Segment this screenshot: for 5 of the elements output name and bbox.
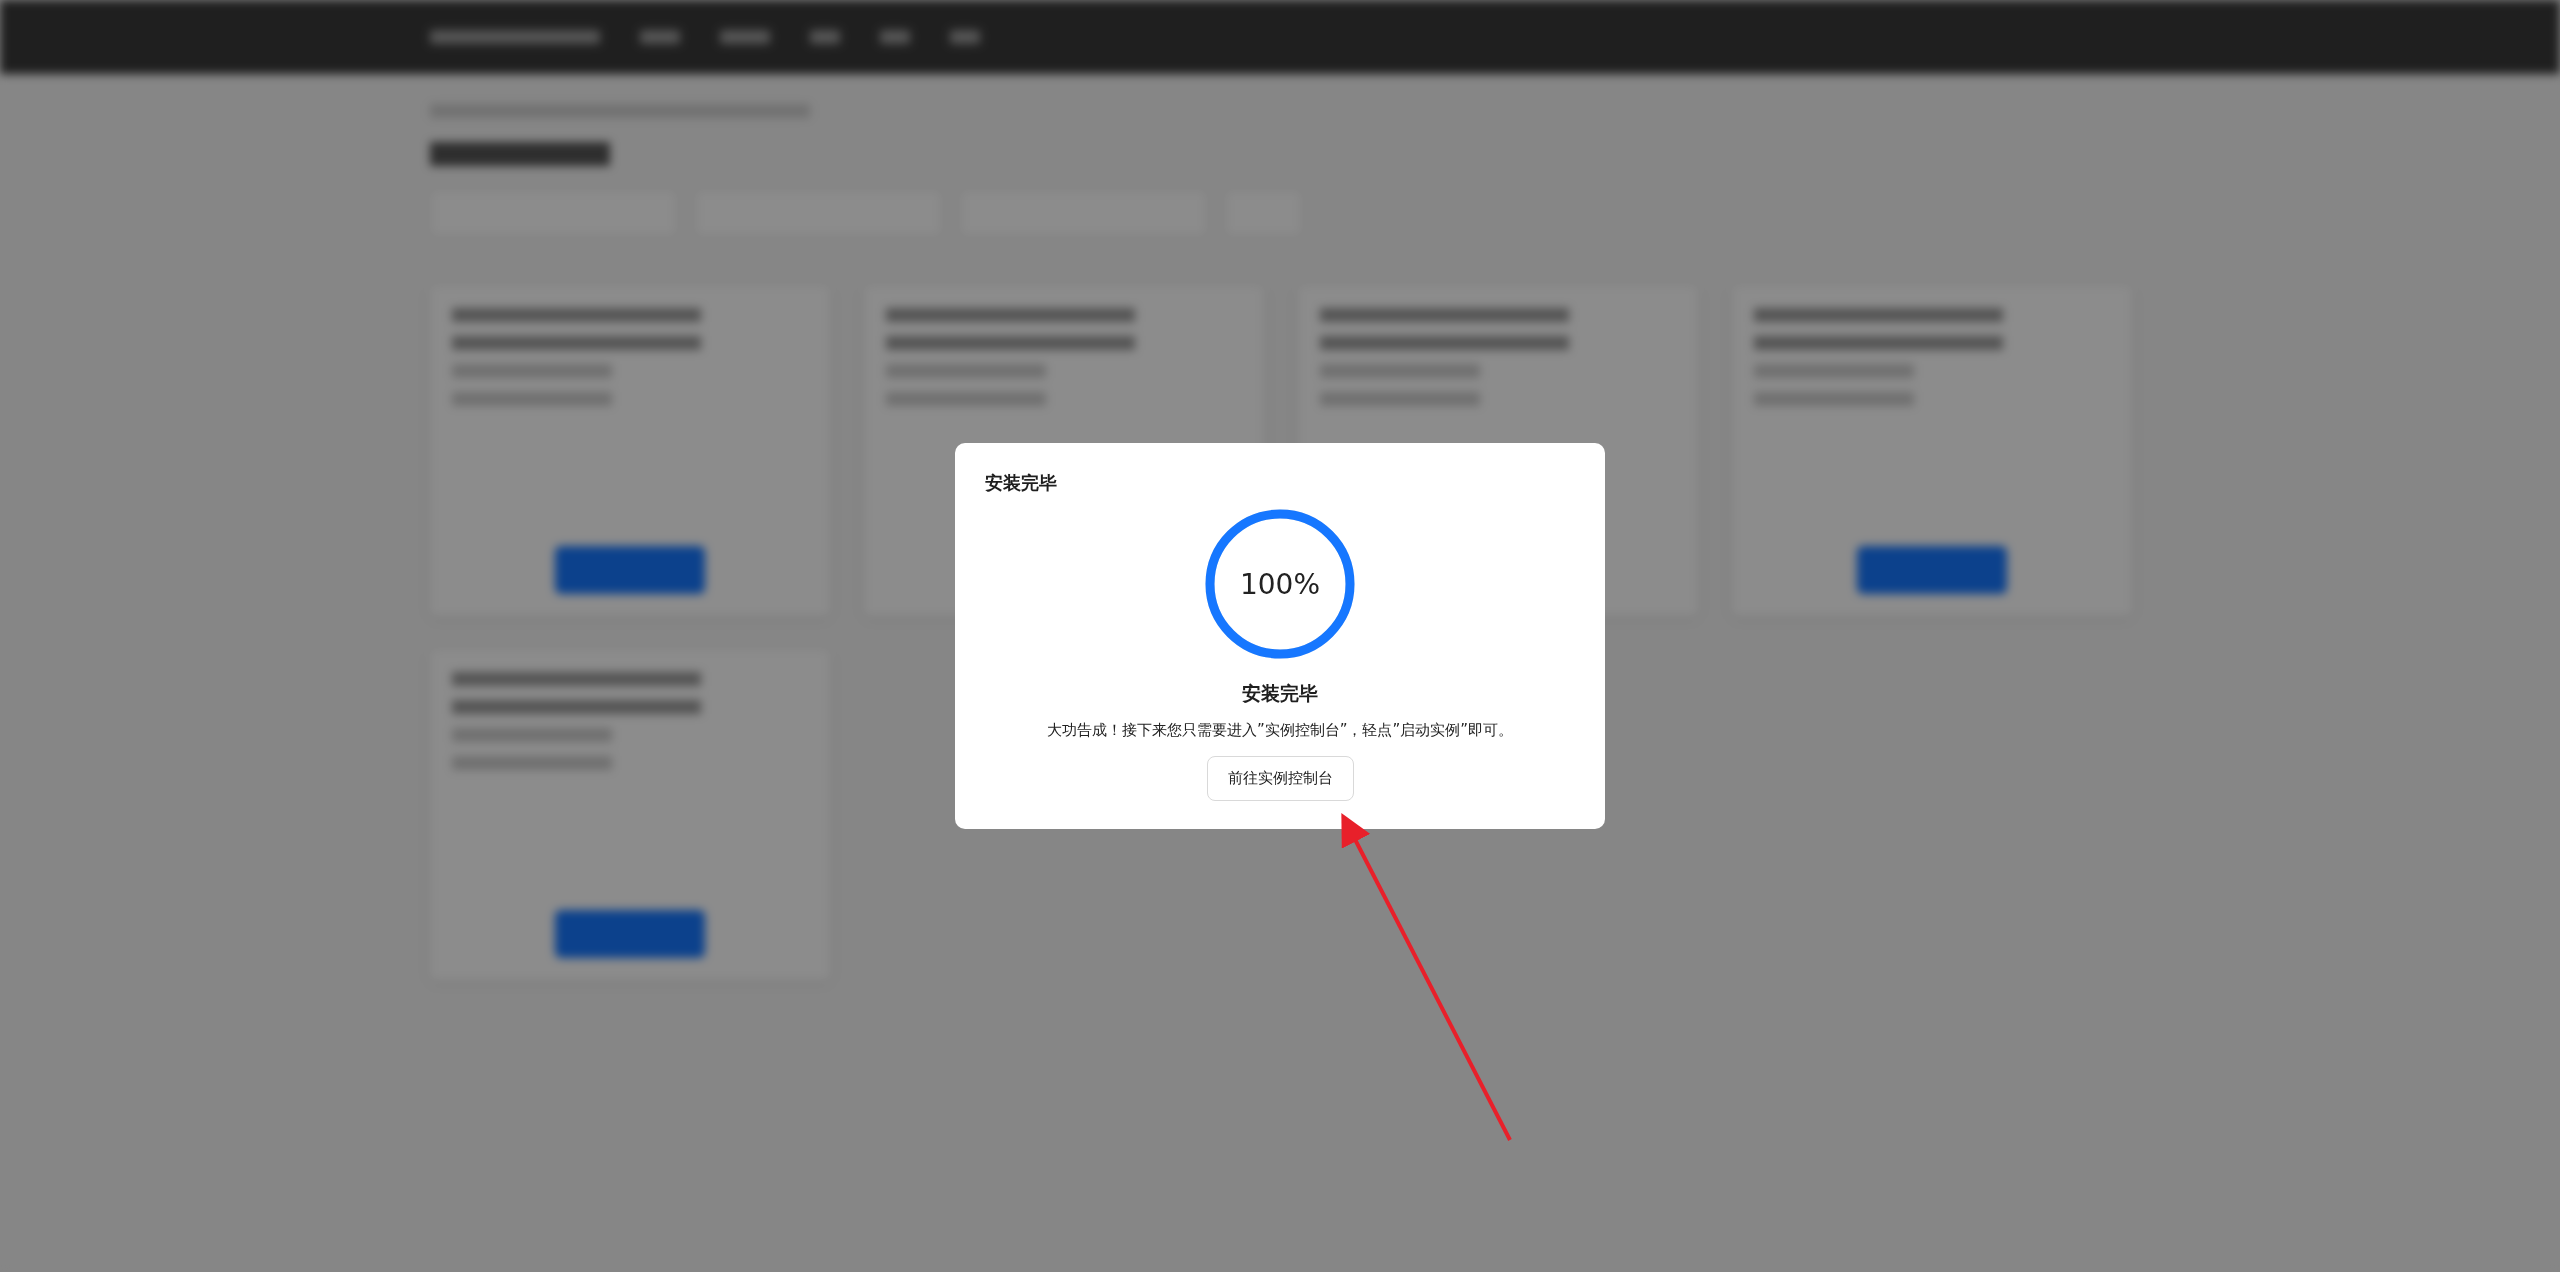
result-title: 安装完毕 [1242,681,1318,706]
dialog-title: 安装完毕 [985,471,1057,495]
progress-percent: 100% [1238,566,1322,603]
result-message: 大功告成！接下来您只需要进入”实例控制台”，轻点”启动实例”即可。 [1046,721,1514,740]
console-button[interactable]: 前往实例控制台 [1206,756,1354,801]
